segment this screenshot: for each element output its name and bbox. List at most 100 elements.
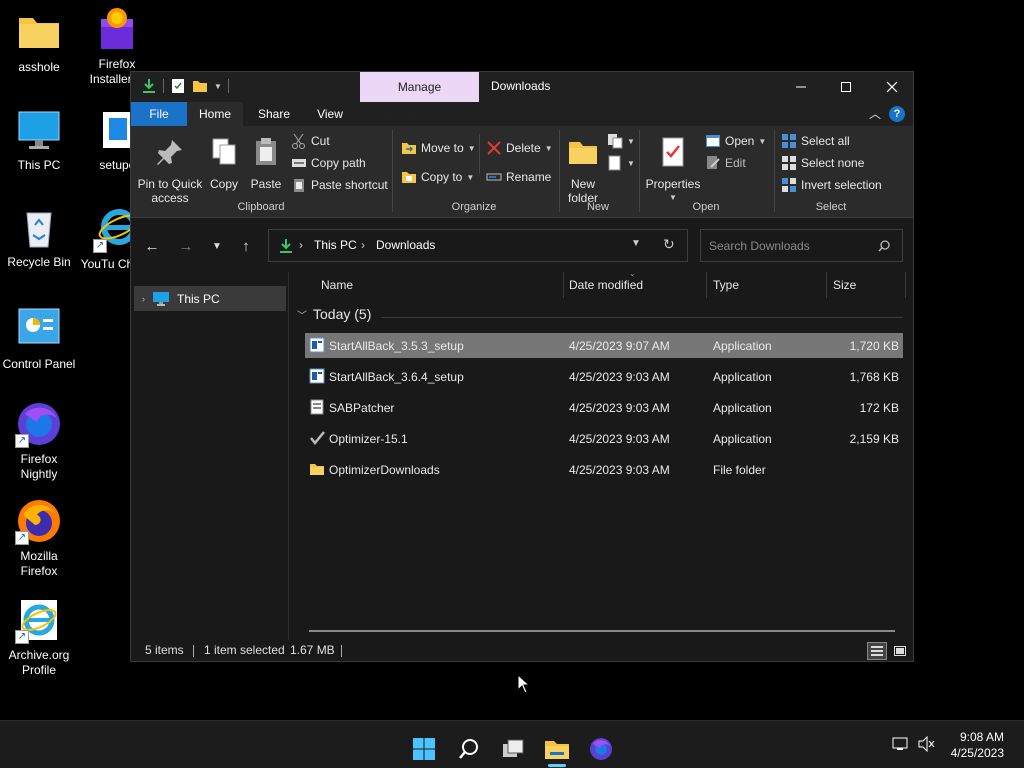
- help-icon[interactable]: ?: [889, 105, 905, 122]
- breadcrumb-downloads[interactable]: Downloads: [376, 238, 435, 252]
- recent-locations-button[interactable]: ▼: [205, 234, 229, 258]
- file-row[interactable]: OptimizerDownloads 4/25/2023 9:03 AM Fil…: [305, 457, 903, 482]
- large-icons-view-button[interactable]: [891, 642, 909, 660]
- properties-icon[interactable]: [170, 78, 186, 94]
- paste-shortcut-button[interactable]: Paste shortcut: [291, 176, 388, 194]
- address-history-chevron-icon[interactable]: ▼: [631, 238, 641, 249]
- invert-selection-button[interactable]: Invert selection: [781, 176, 882, 194]
- paste-icon: [256, 138, 276, 165]
- status-divider: [341, 645, 342, 657]
- column-header-type[interactable]: Type: [707, 270, 826, 300]
- download-arrow-icon[interactable]: [141, 78, 157, 94]
- search-icon: [459, 739, 478, 759]
- open-button[interactable]: Open ▼: [705, 132, 766, 150]
- group-divider: [381, 317, 903, 318]
- pin-label: Pin to Quick access: [137, 177, 203, 205]
- delete-button[interactable]: Delete ▼: [486, 139, 553, 157]
- paste-label: Paste: [250, 177, 282, 191]
- tab-view[interactable]: View: [307, 102, 353, 126]
- breadcrumb-this-pc[interactable]: This PC: [314, 238, 357, 252]
- desktop-icon-this-pc[interactable]: This PC: [1, 106, 77, 173]
- tab-home[interactable]: Home: [187, 102, 243, 126]
- desktop-icon-recycle-bin[interactable]: Recycle Bin: [1, 203, 77, 270]
- file-row[interactable]: StartAllBack_3.5.3_setup 4/25/2023 9:07 …: [305, 333, 903, 358]
- paste-button[interactable]: Paste: [247, 136, 285, 191]
- expand-chevron-icon[interactable]: ›: [142, 294, 145, 304]
- volume-muted-icon[interactable]: [918, 735, 936, 755]
- column-header-name[interactable]: Name: [315, 270, 563, 300]
- properties-button[interactable]: Properties ▼: [645, 136, 701, 205]
- desktop-icon-label: Recycle Bin: [7, 255, 71, 269]
- ribbon-divider: [774, 130, 775, 212]
- tab-share[interactable]: Share: [249, 102, 299, 126]
- select-all-button[interactable]: Select all: [781, 132, 850, 150]
- new-folder-icon[interactable]: [192, 78, 208, 94]
- file-row[interactable]: StartAllBack_3.6.4_setup 4/25/2023 9:03 …: [305, 364, 903, 389]
- edit-label: Edit: [725, 156, 746, 170]
- customize-qat-chevron-icon[interactable]: ▼: [214, 82, 222, 91]
- new-folder-icon: [569, 142, 597, 164]
- rename-button[interactable]: Rename: [486, 168, 551, 186]
- search-input[interactable]: [709, 237, 869, 255]
- new-item-button[interactable]: ▼: [607, 132, 635, 150]
- recycle-bin-icon: [15, 203, 63, 251]
- back-button[interactable]: ←: [140, 234, 164, 258]
- forward-button[interactable]: →: [174, 234, 198, 258]
- status-bar: 5 items 1 item selected 1.67 MB: [131, 639, 913, 663]
- tab-application-tools[interactable]: Application Tools: [360, 102, 479, 126]
- column-header-date-modified[interactable]: Date modified: [563, 270, 706, 300]
- collapse-chevron-icon[interactable]: ﹀: [297, 307, 307, 322]
- system-clock[interactable]: 9:08 AM 4/25/2023: [951, 729, 1004, 761]
- invert-selection-icon: [782, 178, 796, 192]
- select-none-button[interactable]: Select none: [781, 154, 864, 172]
- desktop-icon-archive-org-profile[interactable]: ↗ Archive.org Profile: [1, 596, 77, 678]
- nav-item-this-pc[interactable]: › This PC: [134, 286, 286, 311]
- firefox-installer-icon: [93, 5, 141, 53]
- file-explorer-taskbar-button[interactable]: [537, 729, 577, 768]
- app-icon: [309, 368, 325, 384]
- search-button[interactable]: [449, 729, 489, 768]
- move-to-button[interactable]: Move to ▼: [401, 139, 476, 157]
- firefox-icon: ↗: [15, 497, 63, 545]
- close-button[interactable]: [869, 72, 915, 102]
- file-row[interactable]: SABPatcher 4/25/2023 9:03 AM Application…: [305, 395, 903, 420]
- easy-access-icon: [608, 155, 621, 171]
- desktop-icon-asshole[interactable]: asshole: [1, 8, 77, 75]
- start-button[interactable]: [404, 729, 444, 768]
- chevron-down-icon: ▼: [627, 158, 635, 168]
- new-folder-button[interactable]: New folder: [563, 136, 603, 205]
- group-header-today[interactable]: ﹀ Today (5): [297, 306, 371, 322]
- copy-to-button[interactable]: Copy to ▼: [401, 168, 474, 186]
- maximize-icon: [841, 82, 851, 92]
- refresh-icon[interactable]: ↻: [663, 236, 675, 253]
- copy-path-button[interactable]: Copy path: [291, 154, 366, 172]
- cut-button[interactable]: Cut: [291, 132, 330, 150]
- file-type: File folder: [713, 463, 766, 477]
- copy-button[interactable]: Copy: [207, 136, 241, 191]
- maximize-button[interactable]: [823, 72, 869, 102]
- edit-button[interactable]: Edit: [705, 154, 746, 172]
- address-bar[interactable]: › This PC › Downloads ▼ ↻: [268, 229, 688, 262]
- search-box[interactable]: [700, 229, 903, 262]
- pin-to-quick-access-button[interactable]: Pin to Quick access: [137, 136, 203, 205]
- details-view-button[interactable]: [867, 642, 887, 660]
- desktop-icon-control-panel[interactable]: Control Panel: [1, 305, 77, 372]
- file-row[interactable]: Optimizer-15.1 4/25/2023 9:03 AM Applica…: [305, 426, 903, 451]
- up-button[interactable]: ↑: [234, 234, 258, 258]
- file-date: 4/25/2023 9:07 AM: [569, 339, 670, 353]
- column-header-size[interactable]: Size: [827, 270, 905, 300]
- tab-file[interactable]: File: [131, 102, 187, 126]
- network-icon[interactable]: [892, 736, 910, 755]
- firefox-nightly-taskbar-button[interactable]: [581, 729, 621, 768]
- desktop-icon-firefox-nightly[interactable]: ↗ Firefox Nightly: [1, 400, 77, 482]
- easy-access-button[interactable]: ▼: [607, 154, 635, 172]
- collapse-ribbon-icon[interactable]: ︿: [869, 105, 881, 122]
- column-divider[interactable]: [905, 272, 906, 298]
- chevron-down-icon: ▼: [466, 172, 475, 182]
- task-view-button[interactable]: [493, 729, 533, 768]
- minimize-button[interactable]: [778, 72, 824, 102]
- horizontal-scrollbar[interactable]: [309, 630, 895, 632]
- desktop-icon-mozilla-firefox[interactable]: ↗ Mozilla Firefox: [1, 497, 77, 579]
- file-date: 4/25/2023 9:03 AM: [569, 401, 670, 415]
- checkmark-icon: [310, 431, 325, 445]
